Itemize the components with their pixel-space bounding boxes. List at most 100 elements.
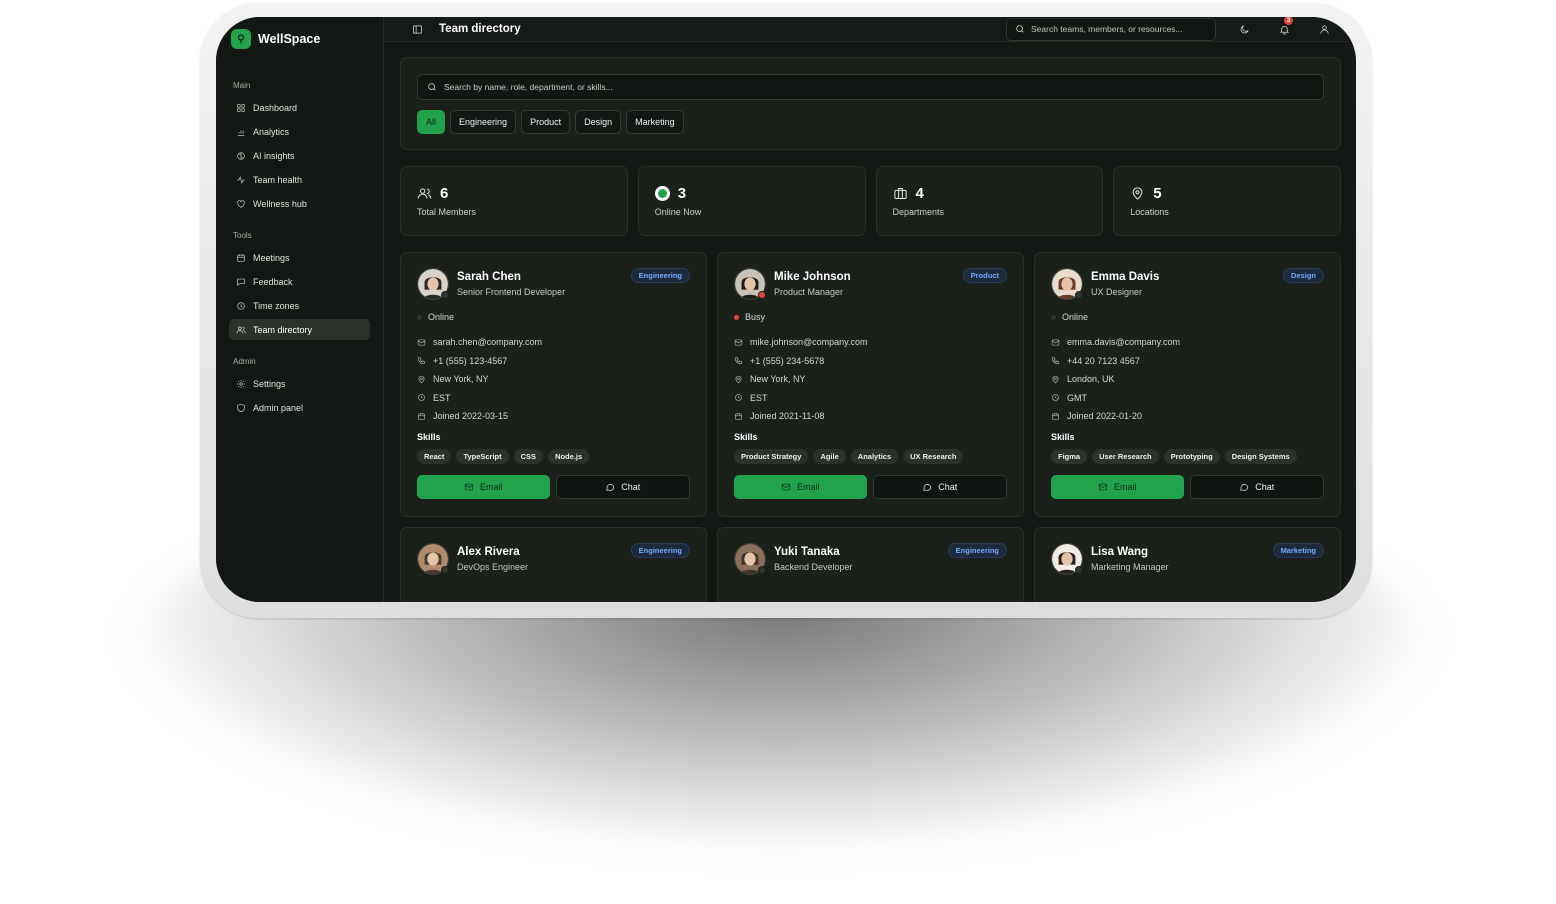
email-button[interactable]: Email — [1051, 474, 1184, 499]
mail-icon — [734, 338, 743, 347]
member-name: Yuki Tanaka — [774, 546, 840, 558]
online-indicator-icon — [654, 186, 670, 201]
info-row-joined: Joined 2022-01-20 — [1051, 407, 1324, 426]
filter-chip-engineering[interactable]: Engineering — [450, 110, 517, 134]
clock-icon — [236, 301, 246, 311]
presence-dot — [441, 291, 449, 299]
grid-icon — [236, 103, 246, 113]
user-icon[interactable] — [1312, 17, 1336, 41]
info-row-phone[interactable]: +1 (555) 123-4567 — [417, 352, 690, 371]
member-card[interactable]: Sarah Chen Senior Frontend Developer Engin… — [400, 252, 707, 517]
sidebar-item-team-directory[interactable]: Team directory — [229, 319, 370, 340]
stat-value: 3 — [677, 185, 687, 202]
contact-info: emma.davis@company.com +44 20 7123 4567 Lo… — [1051, 333, 1324, 426]
avatar — [1051, 268, 1083, 300]
stat-card: 3 Online Now — [637, 166, 866, 236]
notification-badge: 3 — [1284, 17, 1293, 25]
skills-list: Figma User Research Prototyping Design Syst… — [1051, 448, 1324, 464]
info-row-email[interactable]: mike.johnson@company.com — [734, 333, 1007, 352]
member-card[interactable]: Lisa Wang Marketing Manager Marketing — [1034, 527, 1341, 602]
filter-chip-all[interactable]: All — [417, 110, 446, 134]
info-row-location: London, UK — [1051, 370, 1324, 389]
bell-icon[interactable]: 3 — [1272, 17, 1296, 41]
email-button-label: Email — [479, 481, 503, 492]
users-icon — [236, 325, 246, 335]
gear-icon — [236, 379, 246, 389]
brand[interactable]: WellSpace — [231, 27, 370, 51]
member-card[interactable]: Yuki Tanaka Backend Developer Engineering — [717, 527, 1024, 602]
info-row-email[interactable]: sarah.chen@company.com — [417, 333, 690, 352]
contact-info: sarah.chen@company.com +1 (555) 123-4567 N… — [417, 333, 690, 426]
skill-tag: User Research — [1092, 448, 1159, 464]
avatar — [734, 268, 766, 300]
calendar-icon — [236, 253, 246, 263]
info-email: emma.davis@company.com — [1067, 337, 1181, 348]
skill-tag: Product Strategy — [734, 448, 809, 464]
info-row-phone[interactable]: +1 (555) 234-5678 — [734, 352, 1007, 371]
topbar: Team directory Search teams, members, or… — [384, 17, 1356, 42]
sidebar-item-ai-insights[interactable]: AI insights — [229, 145, 370, 166]
member-card[interactable]: Emma Davis UX Designer Design Online emma.da… — [1034, 252, 1341, 517]
heart-icon — [236, 199, 246, 209]
member-name: Lisa Wang — [1091, 546, 1149, 558]
info-row-email[interactable]: emma.davis@company.com — [1051, 333, 1324, 352]
info-phone: +44 20 7123 4567 — [1067, 355, 1140, 366]
chat-icon — [1239, 482, 1249, 492]
sidebar-item-meetings[interactable]: Meetings — [229, 247, 370, 268]
global-search-input[interactable]: Search teams, members, or resources... — [1006, 17, 1216, 41]
chat-button[interactable]: Chat — [872, 474, 1007, 499]
info-row-phone[interactable]: +44 20 7123 4567 — [1051, 352, 1324, 371]
filter-chip-product[interactable]: Product — [521, 110, 571, 134]
sidebar-item-feedback[interactable]: Feedback — [229, 271, 370, 292]
sidebar-item-settings[interactable]: Settings — [229, 373, 370, 394]
email-button[interactable]: Email — [734, 474, 867, 499]
filter-panel: Search by name, role, department, or ski… — [400, 57, 1341, 150]
chat-button[interactable]: Chat — [1189, 474, 1324, 499]
sidebar-item-label: AI insights — [253, 150, 295, 161]
status-text: Online — [428, 312, 455, 322]
status-indicator: Online — [1051, 312, 1324, 322]
info-location: New York, NY — [433, 374, 489, 385]
skills-title: Skills — [1051, 431, 1075, 442]
nav-section-title: Admin — [233, 357, 256, 366]
info-row-timezone: EST — [417, 389, 690, 408]
sidebar-item-wellness-hub[interactable]: Wellness hub — [229, 193, 370, 214]
member-card[interactable]: Mike Johnson Product Manager Product Busy mi… — [717, 252, 1024, 517]
nav-section-title: Main — [233, 81, 251, 90]
info-timezone: EST — [750, 392, 768, 403]
status-text: Busy — [745, 312, 766, 322]
sidebar-item-label: Settings — [253, 378, 286, 389]
sidebar-item-team-health[interactable]: Team health — [229, 169, 370, 190]
moon-icon[interactable] — [1232, 17, 1256, 41]
skill-tag: Figma — [1051, 448, 1088, 464]
sidebar-item-analytics[interactable]: Analytics — [229, 121, 370, 142]
avatar — [734, 543, 766, 575]
sidebar-item-admin-panel[interactable]: Admin panel — [229, 397, 370, 418]
presence-dot — [441, 566, 449, 574]
map-pin-icon — [734, 375, 743, 384]
skill-tag: UX Research — [903, 448, 964, 464]
chat-button[interactable]: Chat — [555, 474, 690, 499]
member-role: UX Designer — [1091, 287, 1143, 297]
department-badge: Engineering — [630, 543, 690, 558]
directory-search-input[interactable]: Search by name, role, department, or ski… — [417, 74, 1324, 100]
member-card[interactable]: Alex Rivera DevOps Engineer Engineering — [400, 527, 707, 602]
sidebar-item-label: Team directory — [253, 324, 313, 335]
skill-tag: Design Systems — [1224, 448, 1297, 464]
presence-dot — [1075, 291, 1083, 299]
filter-chip-marketing[interactable]: Marketing — [626, 110, 684, 134]
status-text: Online — [1062, 312, 1089, 322]
skill-tag: Agile — [813, 448, 846, 464]
calendar-icon — [417, 412, 426, 421]
stat-value: 5 — [1153, 185, 1162, 202]
member-role: Product Manager — [774, 287, 844, 297]
sidebar-item-time-zones[interactable]: Time zones — [229, 295, 370, 316]
sidebar-item-dashboard[interactable]: Dashboard — [229, 97, 370, 118]
mail-icon — [464, 482, 474, 492]
clock-icon — [417, 393, 426, 402]
sidebar-item-label: Admin panel — [253, 402, 304, 413]
email-button[interactable]: Email — [417, 474, 550, 499]
sidebar-toggle-icon[interactable] — [405, 17, 429, 41]
filter-chip-design[interactable]: Design — [575, 110, 622, 134]
chat-button-label: Chat — [938, 481, 958, 492]
